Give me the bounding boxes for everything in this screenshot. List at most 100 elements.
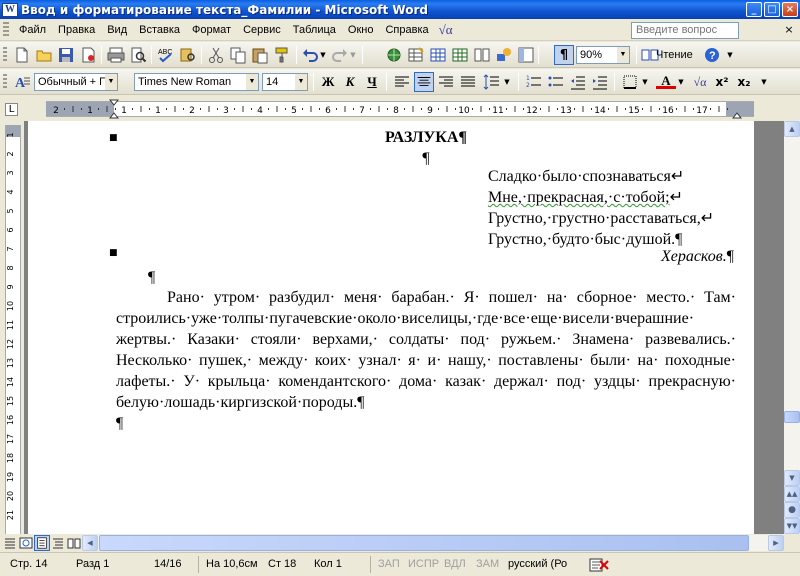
menu-window[interactable]: Окно — [342, 22, 380, 38]
scroll-up-button[interactable]: ▲ — [784, 121, 800, 137]
poem-block[interactable]: Сладко·было·спознаваться↵ Мне,·прекрасна… — [488, 166, 748, 250]
indent-marker-icon[interactable] — [109, 99, 119, 119]
equation-editor-button[interactable]: √α — [690, 72, 710, 92]
zoom-select[interactable]: 90% ▼ — [576, 46, 630, 64]
paste-icon[interactable] — [250, 45, 270, 65]
word-app-icon[interactable]: W — [2, 2, 18, 17]
help-icon[interactable]: ? — [702, 45, 722, 65]
normal-view-icon[interactable] — [2, 535, 18, 551]
spelling-icon[interactable]: ABC — [156, 45, 176, 65]
status-overtype[interactable]: ЗАМ — [476, 558, 499, 570]
minimize-button[interactable]: _ — [746, 2, 762, 17]
menu-edit[interactable]: Правка — [52, 22, 101, 38]
browse-object-button[interactable]: ● — [784, 502, 800, 518]
document-map-icon[interactable] — [516, 45, 536, 65]
tables-borders-icon[interactable] — [406, 45, 426, 65]
toolbar-grip-icon[interactable] — [3, 74, 7, 90]
columns-icon[interactable] — [472, 45, 492, 65]
horizontal-ruler[interactable]: 2 1 1 1 2 3 4 5 6 7 8 9 10 11 12 13 14 15 16 17 — [46, 99, 754, 119]
toolbar-options-icon[interactable]: ▼ — [758, 72, 770, 92]
document-page[interactable]: ■ ■ РАЗЛУКА¶ ¶ Сладко·было·спознаваться↵… — [28, 121, 754, 534]
equation-menu-icon[interactable]: √α — [435, 22, 457, 38]
horizontal-scrollbar[interactable]: ◀ ▶ — [82, 535, 784, 551]
align-left-icon[interactable] — [392, 72, 412, 92]
bullets-icon[interactable] — [546, 72, 566, 92]
styles-formatting-icon[interactable]: A — [12, 72, 32, 92]
heading-line[interactable]: РАЗЛУКА¶ — [116, 129, 736, 147]
menu-view[interactable]: Вид — [101, 22, 133, 38]
toolbar-options-icon[interactable]: ▼ — [724, 45, 736, 65]
decrease-indent-icon[interactable] — [568, 72, 588, 92]
underline-button[interactable]: Ч — [362, 72, 382, 92]
scroll-right-button[interactable]: ▶ — [768, 535, 784, 551]
permission-icon[interactable] — [78, 45, 98, 65]
spelling-status-icon[interactable] — [588, 557, 610, 573]
maximize-button[interactable]: □ — [764, 2, 780, 17]
bold-button[interactable]: Ж — [318, 72, 338, 92]
undo-dropdown-icon[interactable]: ▼ — [318, 45, 328, 65]
status-track-changes[interactable]: ИСПР — [408, 558, 439, 570]
status-line[interactable]: Ст 18 — [268, 558, 296, 570]
status-position[interactable]: На 10,6см — [206, 558, 258, 570]
redo-icon[interactable] — [330, 45, 350, 65]
document-close-button[interactable]: × — [782, 22, 796, 37]
toolbar-grip-icon[interactable] — [3, 47, 7, 63]
open-folder-icon[interactable] — [34, 45, 54, 65]
menu-help[interactable]: Справка — [379, 22, 434, 38]
align-right-icon[interactable] — [436, 72, 456, 92]
help-search-input[interactable]: Введите вопрос — [631, 22, 739, 39]
status-record-macro[interactable]: ЗАП — [378, 558, 400, 570]
align-center-icon[interactable] — [414, 72, 434, 92]
italic-button[interactable]: К — [340, 72, 360, 92]
insert-excel-icon[interactable] — [450, 45, 470, 65]
font-select[interactable]: Times New Roman ▼ — [134, 73, 259, 91]
menu-tools[interactable]: Сервис — [237, 22, 287, 38]
font-size-select[interactable]: 14 ▼ — [262, 73, 308, 91]
vertical-scrollbar[interactable]: ▲ ▼ ▲▲ ● ▼▼ — [784, 121, 800, 534]
borders-icon[interactable] — [620, 72, 640, 92]
status-page[interactable]: Стр. 14 — [10, 558, 47, 570]
show-formatting-button[interactable]: ¶ — [554, 45, 574, 65]
cut-icon[interactable] — [206, 45, 226, 65]
next-page-button[interactable]: ▼▼ — [784, 518, 800, 534]
borders-dropdown-icon[interactable]: ▼ — [640, 72, 650, 92]
scroll-down-button[interactable]: ▼ — [784, 470, 800, 486]
undo-icon[interactable] — [300, 45, 320, 65]
increase-indent-icon[interactable] — [590, 72, 610, 92]
scrollbar-thumb[interactable] — [784, 411, 800, 423]
status-page-count[interactable]: 14/16 — [154, 558, 182, 570]
menu-grip-icon[interactable] — [3, 21, 9, 38]
status-extend-selection[interactable]: ВДЛ — [444, 558, 466, 570]
status-column[interactable]: Кол 1 — [314, 558, 342, 570]
subscript-button[interactable]: x₂ — [734, 72, 754, 92]
font-color-button[interactable]: A — [656, 72, 676, 89]
body-paragraph[interactable]: Рано· утром· разбудил· меня· барабан.· Я… — [116, 287, 736, 434]
menu-file[interactable]: Файл — [13, 22, 52, 38]
font-color-dropdown-icon[interactable]: ▼ — [676, 72, 686, 92]
status-section[interactable]: Разд 1 — [76, 558, 109, 570]
right-indent-marker-icon[interactable] — [732, 107, 742, 119]
justify-icon[interactable] — [458, 72, 478, 92]
previous-page-button[interactable]: ▲▲ — [784, 486, 800, 502]
font-dropdown-icon[interactable]: ▼ — [246, 74, 258, 90]
close-button[interactable]: × — [782, 2, 798, 17]
web-layout-icon[interactable] — [18, 535, 34, 551]
line-spacing-icon[interactable] — [482, 72, 502, 92]
horizontal-scrollbar-thumb[interactable] — [99, 535, 749, 551]
menu-format[interactable]: Формат — [186, 22, 237, 38]
research-icon[interactable] — [178, 45, 198, 65]
outline-view-icon[interactable] — [50, 535, 66, 551]
drawing-icon[interactable] — [494, 45, 514, 65]
copy-icon[interactable] — [228, 45, 248, 65]
document-area[interactable]: ■ ■ РАЗЛУКА¶ ¶ Сладко·было·спознаваться↵… — [24, 121, 784, 534]
save-icon[interactable] — [56, 45, 76, 65]
print-preview-icon[interactable] — [128, 45, 148, 65]
font-size-dropdown-icon[interactable]: ▼ — [295, 74, 307, 90]
tab-selector-button[interactable]: L — [5, 103, 18, 116]
new-document-icon[interactable] — [12, 45, 32, 65]
zoom-dropdown-icon[interactable]: ▼ — [617, 47, 629, 63]
style-select[interactable]: Обычный + По ц ▼ — [34, 73, 118, 91]
style-dropdown-icon[interactable]: ▼ — [105, 74, 117, 90]
superscript-button[interactable]: x² — [712, 72, 732, 92]
line-spacing-dropdown-icon[interactable]: ▼ — [502, 72, 512, 92]
